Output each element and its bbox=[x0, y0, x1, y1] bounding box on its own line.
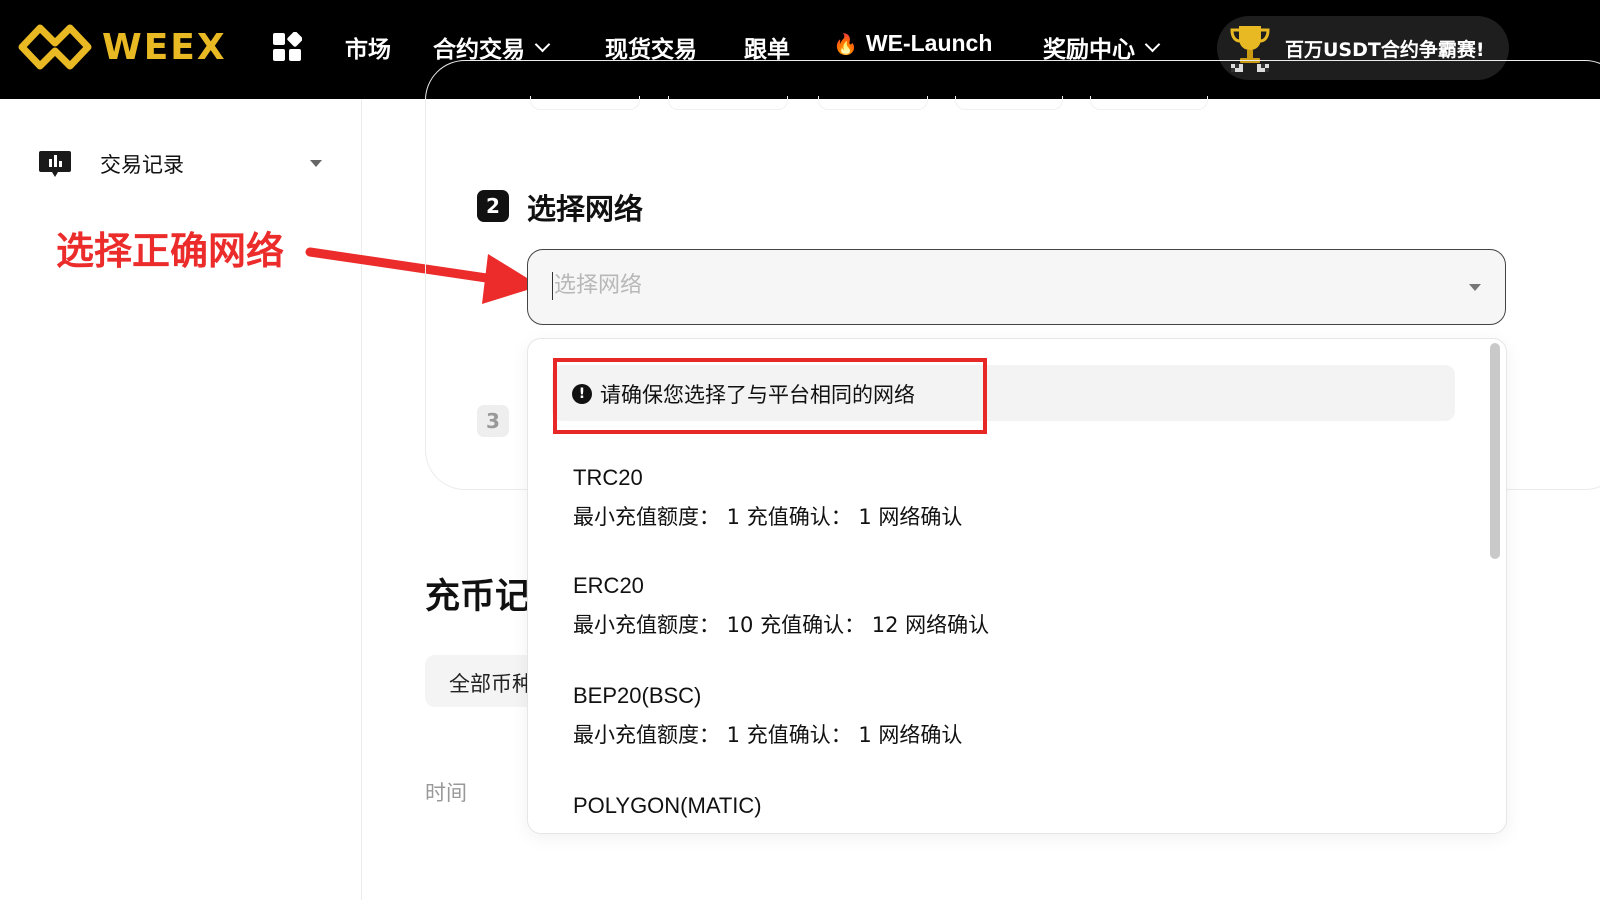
sidebar-item-label: 交易记录 bbox=[100, 153, 184, 177]
network-option-name: ERC20 bbox=[573, 573, 644, 598]
nav-market[interactable]: 市场 bbox=[345, 30, 391, 64]
network-dropdown: ! 请确保您选择了与平台相同的网络 TRC20 最小充值额度： 1 充值确认： … bbox=[527, 338, 1507, 834]
network-option-erc20[interactable]: ERC20 最小充值额度： 10 充值确认： 12 网络确认 bbox=[573, 573, 1453, 639]
network-option-detail: 最小充值额度： 1 充值确认： 1 网络确认 bbox=[573, 505, 963, 529]
network-select[interactable]: 选择网络 bbox=[527, 249, 1506, 325]
network-option-trc20[interactable]: TRC20 最小充值额度： 1 充值确认： 1 网络确认 bbox=[573, 465, 1453, 531]
coin-chip[interactable] bbox=[1090, 96, 1208, 110]
network-select-placeholder: 选择网络 bbox=[552, 272, 643, 300]
nav-rewards-label: 奖励中心 bbox=[1043, 37, 1135, 63]
nav-futures-label: 合约交易 bbox=[433, 37, 525, 63]
nav-spot[interactable]: 现货交易 bbox=[605, 30, 697, 64]
fire-icon: 🔥 bbox=[833, 31, 858, 56]
caret-down-icon bbox=[310, 160, 322, 167]
coin-filter-label: 全部币种 bbox=[449, 672, 533, 696]
column-header-time: 时间 bbox=[425, 781, 467, 805]
nav-copy-label: 跟单 bbox=[744, 37, 790, 63]
network-option-polygon[interactable]: POLYGON(MATIC) bbox=[573, 793, 1453, 819]
chart-board-icon bbox=[39, 151, 71, 177]
chevron-down-icon bbox=[534, 36, 551, 52]
weex-logo-icon bbox=[18, 24, 92, 70]
network-option-bep20[interactable]: BEP20(BSC) 最小充值额度： 1 充值确认： 1 网络确认 bbox=[573, 683, 1453, 749]
nav-spot-label: 现货交易 bbox=[605, 37, 697, 63]
coin-chip[interactable] bbox=[530, 96, 640, 110]
nav-rewards[interactable]: 奖励中心 bbox=[1043, 30, 1161, 64]
annotation-highlight-box bbox=[553, 358, 987, 434]
network-option-name: TRC20 bbox=[573, 465, 643, 490]
coin-chip[interactable] bbox=[818, 96, 928, 110]
brand-name: WEEX bbox=[102, 26, 227, 68]
nav-launch-label: WE-Launch bbox=[865, 30, 993, 56]
nav-copy-trading[interactable]: 跟单 bbox=[744, 30, 790, 64]
scrollbar-thumb[interactable] bbox=[1490, 343, 1500, 559]
nav-futures[interactable]: 合约交易 bbox=[433, 30, 551, 64]
annotation-label: 选择正确网络 bbox=[56, 229, 285, 273]
coin-chip[interactable] bbox=[668, 96, 788, 110]
nav-we-launch[interactable]: 🔥 WE-Launch bbox=[833, 30, 992, 57]
step-2-badge: 2 bbox=[477, 190, 509, 222]
nav-market-label: 市场 bbox=[345, 37, 391, 63]
coin-chip[interactable] bbox=[955, 96, 1063, 110]
step-3-badge: 3 bbox=[477, 405, 509, 437]
network-option-detail: 最小充值额度： 10 充值确认： 12 网络确认 bbox=[573, 613, 990, 637]
step-2-title: 选择网络 bbox=[527, 192, 644, 226]
grid-apps-icon[interactable] bbox=[272, 32, 302, 62]
network-option-name: POLYGON(MATIC) bbox=[573, 793, 762, 818]
caret-down-icon bbox=[1469, 284, 1481, 291]
dropdown-scrollbar[interactable] bbox=[1490, 339, 1504, 833]
network-option-detail: 最小充值额度： 1 充值确认： 1 网络确认 bbox=[573, 723, 963, 747]
sidebar-item-trade-records[interactable]: 交易记录 bbox=[38, 147, 328, 181]
promo-text: 百万USDT合约争霸赛! bbox=[1285, 38, 1485, 61]
weex-logo[interactable]: WEEX bbox=[18, 22, 227, 72]
chevron-down-icon bbox=[1144, 36, 1161, 52]
network-option-name: BEP20(BSC) bbox=[573, 683, 702, 708]
